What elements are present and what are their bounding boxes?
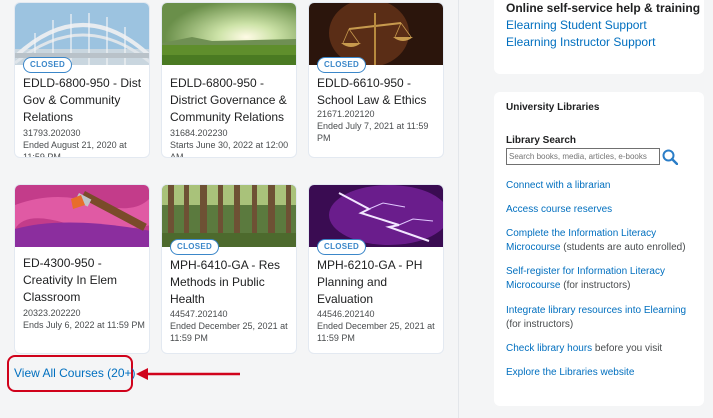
course-date: Starts June 30, 2022 at 12:00 AM [170,140,289,158]
course-code: 31793.202030 [23,128,81,138]
course-code: 44547.202140 [170,309,228,319]
course-date: Ended December 25, 2021 at 11:59 PM [317,321,435,343]
course-code: 20323.202220 [23,308,81,318]
course-card[interactable]: CLOSED MPH-6210-GA - PH Planning and Eva… [308,184,444,354]
closed-badge: CLOSED [317,239,367,255]
course-title[interactable]: ED-4300-950 - Creativity In Elem Classro… [23,255,147,306]
library-item-note: before you visit [592,343,663,354]
course-title[interactable]: MPH-6210-GA - PH Planning and Evaluation [317,257,441,308]
course-image-bridge [15,3,149,65]
libraries-panel: University Libraries Library Search Conn… [494,92,704,406]
course-image-lightning [309,185,443,247]
help-panel: Online self-service help & training Elea… [494,0,704,74]
library-item: Check library hours before you visit [506,342,691,356]
course-code: 21671.202120 [317,109,375,119]
library-item: Integrate library resources into Elearni… [506,304,691,332]
view-all-courses-link[interactable]: View All Courses (20+) [14,366,136,381]
help-title: Online self-service help & training [506,1,701,15]
library-link[interactable]: Check library hours [506,343,592,354]
closed-badge: CLOSED [170,239,220,255]
course-card[interactable]: CLOSED EDLD-6800-950 - Dist Gov & Commun… [14,2,150,158]
course-image-sunrise-field [162,3,296,65]
course-date: Ends July 6, 2022 at 11:59 PM [23,320,145,330]
course-date: Ended August 21, 2020 at 11:59 PM [23,140,127,158]
library-link[interactable]: Explore the Libraries website [506,367,634,378]
course-title[interactable]: EDLD-6800-950 - District Governance & Co… [170,75,294,126]
library-search-input[interactable] [506,148,660,165]
course-date: Ended July 7, 2021 at 11:59 PM [317,121,429,143]
library-item-note: (for instructors) [506,319,574,330]
library-search-label: Library Search [506,135,577,146]
course-image-forest [162,185,296,247]
library-link[interactable]: Access course reserves [506,204,612,215]
course-title[interactable]: EDLD-6610-950 - School Law & Ethics [317,75,441,109]
annotation-arrow-icon [136,368,240,380]
instructor-support-link[interactable]: Elearning Instructor Support [506,34,655,50]
library-item: Connect with a librarian [506,179,691,193]
course-card[interactable]: CLOSED EDLD-6610-950 - School Law & Ethi… [308,2,444,158]
library-item-note: (students are auto enrolled) [560,242,686,253]
course-card[interactable]: CLOSED MPH-6410-GA - Res Methods in Publ… [161,184,297,354]
closed-badge: CLOSED [317,57,367,73]
library-item: Complete the Information Literacy Microc… [506,227,691,255]
course-date: Ended December 25, 2021 at 11:59 PM [170,321,288,343]
course-title[interactable]: EDLD-6800-950 - Dist Gov & Community Rel… [23,75,147,126]
course-card[interactable]: EDLD-6800-950 - District Governance & Co… [161,2,297,158]
course-title[interactable]: MPH-6410-GA - Res Methods in Public Heal… [170,257,294,308]
library-item: Access course reserves [506,203,691,217]
library-link[interactable]: Connect with a librarian [506,180,611,191]
column-divider [458,0,459,418]
libraries-title: University Libraries [506,102,600,113]
library-item: Self-register for Information Literacy M… [506,265,691,293]
library-item-note: (for instructors) [560,280,631,291]
course-image-paintbrush [15,185,149,247]
course-image-justice-scales [309,3,443,65]
course-code: 44546.202140 [317,309,375,319]
course-code: 31684.202230 [170,128,228,138]
student-support-link[interactable]: Elearning Student Support [506,17,647,33]
search-icon[interactable] [662,149,678,165]
closed-badge: CLOSED [23,57,73,73]
library-item: Explore the Libraries website [506,366,691,380]
course-card[interactable]: ED-4300-950 - Creativity In Elem Classro… [14,184,150,354]
library-link[interactable]: Integrate library resources into Elearni… [506,305,686,316]
